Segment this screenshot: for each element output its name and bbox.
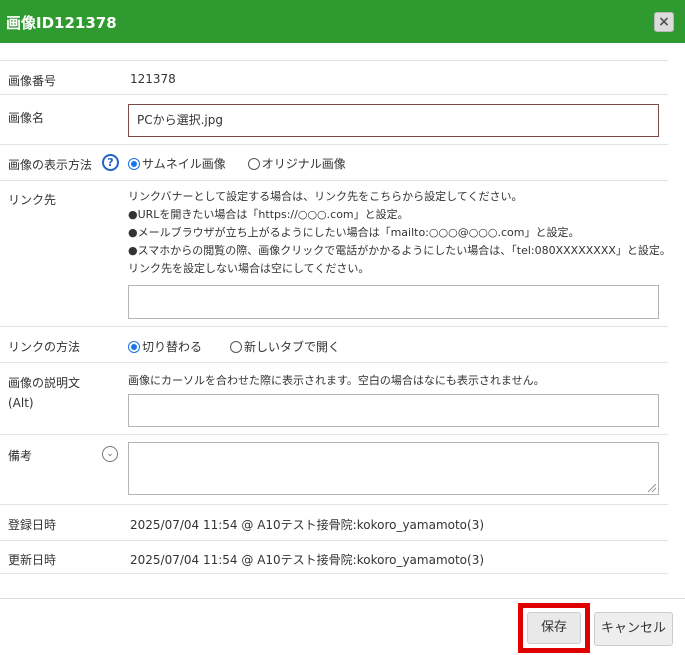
link-label: リンク先: [8, 193, 57, 207]
updated-label: 更新日時: [8, 553, 57, 567]
link-help-line: ●スマホからの閲覧の際、画像クリックで電話がかかるようにしたい場合は、「tel:…: [128, 244, 671, 257]
display-method-label: 画像の表示方法: [8, 158, 93, 172]
image-number-row: 画像番号 121378: [0, 60, 668, 94]
footer-divider: [0, 598, 685, 599]
note-label: 備考: [8, 449, 33, 463]
alt-text-help: 画像にカーソルを合わせた際に表示されます。空白の場合はなにも表示されません。: [128, 372, 545, 390]
save-button-label[interactable]: 保存: [527, 612, 581, 644]
link-input[interactable]: [128, 285, 659, 319]
dialog-title: 画像ID121378: [6, 14, 117, 32]
alt-text-row: 画像の説明文 (Alt) 画像にカーソルを合わせた際に表示されます。空白の場合は…: [0, 362, 668, 434]
radio-same-window-label: 切り替わる: [142, 340, 203, 354]
image-name-input[interactable]: PCから選択.jpg: [128, 104, 659, 137]
image-number-label: 画像番号: [8, 74, 57, 88]
alt-text-help-line: 画像にカーソルを合わせた際に表示されます。空白の場合はなにも表示されません。: [128, 374, 545, 387]
image-name-row: 画像名 PCから選択.jpg: [0, 94, 668, 144]
radio-original-label: オリジナル画像: [261, 157, 346, 171]
radio-new-tab-dot[interactable]: [230, 340, 243, 353]
link-method-label: リンクの方法: [8, 340, 81, 354]
link-help-line: ●URLを開きたい場合は「https://○○○.com」と設定。: [128, 208, 409, 221]
help-icon[interactable]: ?: [102, 154, 119, 171]
updated-value: 2025/07/04 11:54 @ A10テスト接骨院:kokoro_yama…: [130, 553, 485, 567]
image-name-label: 画像名: [8, 111, 45, 125]
alt-text-label: 画像の説明文: [8, 376, 81, 390]
radio-original[interactable]: オリジナル画像: [247, 155, 346, 172]
dialog-titlebar: 画像ID121378 ×: [0, 0, 685, 43]
link-help: リンクバナーとして設定する場合は、リンク先をこちらから設定してください。 ●UR…: [128, 188, 671, 278]
resize-grip-icon[interactable]: [648, 484, 656, 492]
image-number-value: 121378: [130, 72, 176, 86]
display-method-radio-group: サムネイル画像 オリジナル画像: [128, 155, 368, 172]
link-row: リンク先 リンクバナーとして設定する場合は、リンク先をこちらから設定してください…: [0, 180, 671, 326]
alt-text-input[interactable]: [128, 394, 659, 427]
link-help-line: リンク先を設定しない場合は空にしてください。: [128, 262, 370, 275]
radio-original-dot[interactable]: [247, 157, 260, 170]
created-value: 2025/07/04 11:54 @ A10テスト接骨院:kokoro_yama…: [130, 518, 485, 532]
link-method-radio-group: 切り替わる 新しいタブで開く: [128, 338, 362, 355]
created-label: 登録日時: [8, 518, 57, 532]
radio-new-tab-label: 新しいタブで開く: [244, 340, 341, 354]
radio-thumbnail-label: サムネイル画像: [142, 157, 226, 171]
updated-row: 更新日時 2025/07/04 11:54 @ A10テスト接骨院:kokoro…: [0, 540, 668, 574]
chevron-down-icon[interactable]: ⌄: [102, 446, 118, 462]
display-method-row: 画像の表示方法 ? サムネイル画像 オリジナル画像: [0, 144, 668, 180]
radio-same-window[interactable]: 切り替わる: [128, 338, 202, 355]
save-button[interactable]: 保存: [518, 603, 590, 653]
link-help-line: リンクバナーとして設定する場合は、リンク先をこちらから設定してください。: [128, 190, 523, 203]
radio-thumbnail-dot[interactable]: [128, 157, 140, 170]
radio-new-tab[interactable]: 新しいタブで開く: [230, 338, 340, 355]
radio-thumbnail[interactable]: サムネイル画像: [128, 155, 226, 172]
cancel-button[interactable]: キャンセル: [594, 612, 673, 646]
note-textarea[interactable]: [128, 442, 659, 495]
alt-text-sublabel: (Alt): [8, 396, 34, 410]
close-icon[interactable]: ×: [654, 12, 674, 32]
created-row: 登録日時 2025/07/04 11:54 @ A10テスト接骨院:kokoro…: [0, 504, 668, 540]
radio-same-window-dot[interactable]: [128, 340, 140, 353]
link-method-row: リンクの方法 切り替わる 新しいタブで開く: [0, 326, 668, 362]
link-help-line: ●メールブラウザが立ち上がるようにしたい場合は「mailto:○○○@○○○.c…: [128, 226, 580, 239]
note-row: 備考 ⌄: [0, 434, 668, 504]
